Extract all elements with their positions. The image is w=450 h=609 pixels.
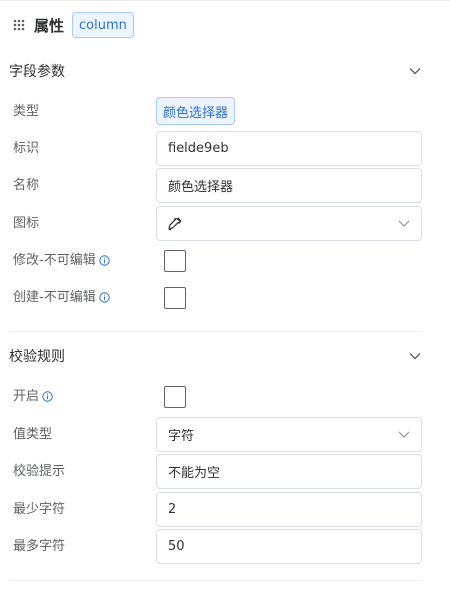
section-header-validation[interactable]: 校验规则 <box>9 341 421 371</box>
top-border <box>0 0 450 1</box>
chevron-down-icon[interactable] <box>398 431 410 438</box>
row-name: 名称 颜色选择器 <box>0 168 450 203</box>
enable-checkbox[interactable] <box>164 386 186 408</box>
info-icon[interactable] <box>42 391 53 402</box>
row-enable: 开启 <box>0 379 450 414</box>
min-chars-label: 最少字符 <box>13 502 66 517</box>
row-hint: 校验提示 不能为空 <box>0 454 450 489</box>
section-divider <box>9 580 422 581</box>
edit-readonly-checkbox[interactable] <box>164 250 186 272</box>
info-icon[interactable] <box>99 292 110 303</box>
eyedropper-icon <box>168 216 182 231</box>
name-input[interactable]: 颜色选择器 <box>156 168 422 203</box>
max-chars-input[interactable]: 50 <box>156 529 422 564</box>
section-header-field-params[interactable]: 字段参数 <box>9 56 421 86</box>
section-title: 字段参数 <box>9 64 65 80</box>
edit-readonly-label: 修改-不可编辑 <box>13 243 110 278</box>
chevron-down-icon[interactable] <box>409 67 421 75</box>
row-create-readonly: 创建-不可编辑 <box>0 280 450 315</box>
drag-handle-icon[interactable] <box>13 19 25 31</box>
hint-input[interactable]: 不能为空 <box>156 454 422 489</box>
section-title: 校验规则 <box>9 349 65 365</box>
identifier-input[interactable]: fielde9eb <box>156 131 422 166</box>
panel-title: 属性 <box>34 16 65 35</box>
properties-panel: 属性 column 字段参数 类型 颜色选择器 标识 fielde9eb 名称 … <box>0 0 450 609</box>
name-label: 名称 <box>13 178 40 193</box>
icon-select[interactable] <box>156 206 422 241</box>
value-type-label: 值类型 <box>13 427 53 442</box>
row-identifier: 标识 fielde9eb <box>0 131 450 166</box>
type-value-tag: 颜色选择器 <box>156 97 236 125</box>
panel-header: 属性 column <box>13 11 134 39</box>
info-icon[interactable] <box>99 255 110 266</box>
hint-label: 校验提示 <box>13 464 66 479</box>
row-max-chars: 最多字符 50 <box>0 529 450 564</box>
type-label: 类型 <box>13 104 40 119</box>
chevron-down-icon[interactable] <box>398 220 410 227</box>
row-value-type: 值类型 字符 <box>0 417 450 452</box>
create-readonly-checkbox[interactable] <box>164 287 186 309</box>
row-min-chars: 最少字符 2 <box>0 492 450 527</box>
value-type-select[interactable]: 字符 <box>156 417 422 452</box>
row-icon: 图标 <box>0 206 450 241</box>
min-chars-input[interactable]: 2 <box>156 492 422 527</box>
identifier-label: 标识 <box>13 141 40 156</box>
create-readonly-label: 创建-不可编辑 <box>13 280 110 315</box>
row-type: 类型 颜色选择器 <box>0 94 450 129</box>
chevron-down-icon[interactable] <box>409 352 421 360</box>
component-type-tag: column <box>72 12 134 38</box>
enable-label: 开启 <box>13 379 53 414</box>
row-edit-readonly: 修改-不可编辑 <box>0 243 450 278</box>
section-divider <box>9 331 422 332</box>
max-chars-label: 最多字符 <box>13 539 66 554</box>
icon-label: 图标 <box>13 216 40 231</box>
